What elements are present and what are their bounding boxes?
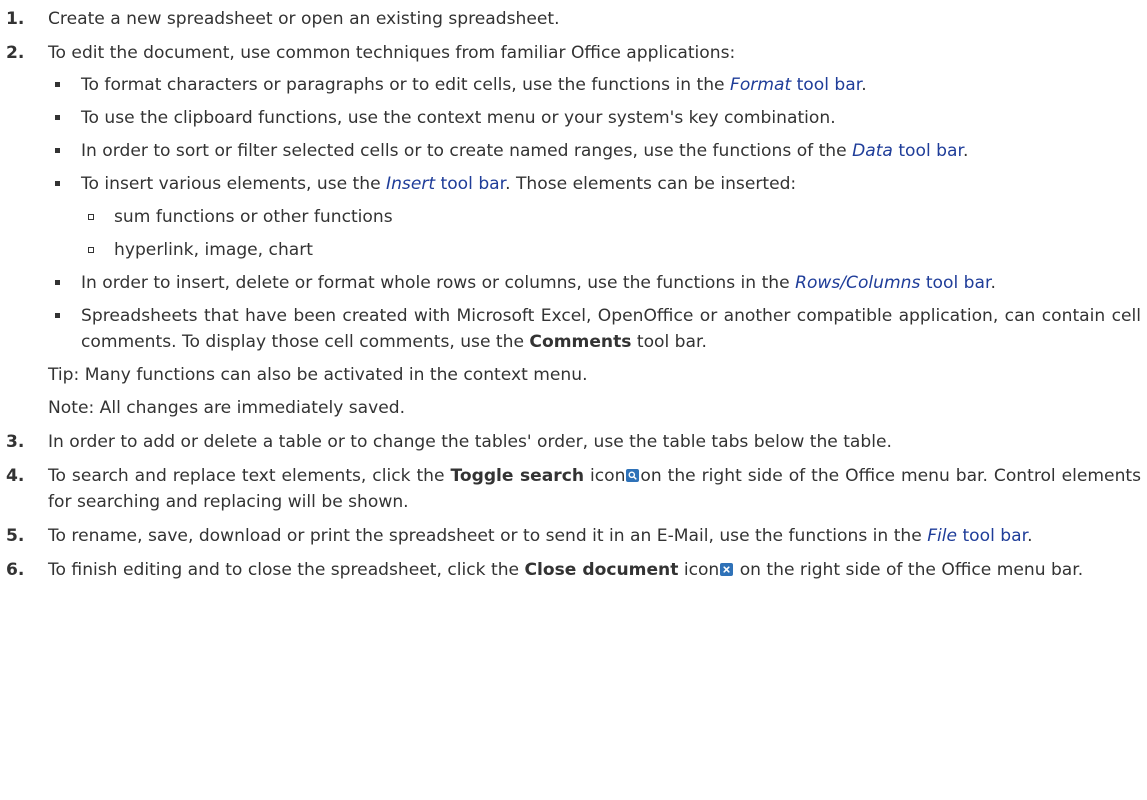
format-toolbar-link[interactable]: Format tool bar bbox=[730, 75, 861, 95]
comments-term: Comments bbox=[529, 332, 632, 352]
bullet-marker bbox=[55, 280, 60, 285]
step-text: icon bbox=[584, 466, 626, 486]
search-icon bbox=[626, 469, 640, 482]
bullet-text: . Those elements can be inserted: bbox=[505, 174, 797, 194]
rows-columns-toolbar-link[interactable]: Rows/Columns tool bar bbox=[795, 273, 990, 293]
step-5: 5. To rename, save, download or print th… bbox=[0, 523, 1147, 549]
bullet-marker bbox=[55, 181, 60, 186]
link-text: tool bar bbox=[435, 174, 506, 194]
step-text: To finish editing and to close the sprea… bbox=[48, 560, 525, 580]
sub-bullet-marker bbox=[88, 247, 94, 253]
step-text: . bbox=[1027, 526, 1033, 546]
bullet-marker bbox=[55, 148, 60, 153]
link-emphasis: Insert bbox=[386, 174, 436, 194]
close-document-term: Close document bbox=[524, 560, 679, 580]
list-item: In order to sort or filter selected cell… bbox=[48, 138, 1141, 164]
step-number: 3. bbox=[6, 432, 25, 452]
step-text: icon bbox=[678, 560, 720, 580]
link-text: tool bar bbox=[957, 526, 1028, 546]
data-toolbar-link[interactable]: Data tool bar bbox=[852, 141, 963, 161]
list-item: Spreadsheets that have been created with… bbox=[48, 303, 1141, 355]
sub-bullet-text: hyperlink, image, chart bbox=[114, 240, 313, 260]
step-text: on the right side of the Office menu bar… bbox=[734, 560, 1084, 580]
link-text: tool bar bbox=[791, 75, 862, 95]
link-text: tool bar bbox=[920, 273, 991, 293]
link-emphasis: File bbox=[927, 526, 958, 546]
step-2: 2. To edit the document, use common tech… bbox=[0, 40, 1147, 421]
bullet-text: In order to sort or filter selected cell… bbox=[81, 141, 853, 161]
sub-bullet-marker bbox=[88, 214, 94, 220]
link-emphasis: Format bbox=[730, 75, 792, 95]
sub-list-item: sum functions or other functions bbox=[81, 204, 1141, 230]
close-icon bbox=[720, 563, 734, 576]
file-toolbar-link[interactable]: File tool bar bbox=[927, 526, 1027, 546]
link-text: tool bar bbox=[892, 141, 963, 161]
toggle-search-term: Toggle search bbox=[450, 466, 585, 486]
bullet-text: tool bar. bbox=[631, 332, 707, 352]
link-emphasis: Data bbox=[852, 141, 893, 161]
list-item: To use the clipboard functions, use the … bbox=[48, 105, 1141, 131]
bullet-list: To format characters or paragraphs or to… bbox=[48, 72, 1141, 355]
bullet-text: In order to insert, delete or format who… bbox=[81, 273, 796, 293]
step-text: To edit the document, use common techniq… bbox=[48, 43, 736, 63]
step-number: 2. bbox=[6, 43, 25, 63]
bullet-text: . bbox=[990, 273, 996, 293]
step-number: 4. bbox=[6, 466, 25, 486]
step-3: 3. In order to add or delete a table or … bbox=[0, 429, 1147, 455]
bullet-text: To insert various elements, use the bbox=[81, 174, 387, 194]
step-6: 6. To finish editing and to close the sp… bbox=[0, 557, 1147, 583]
link-emphasis: Rows/Columns bbox=[795, 273, 921, 293]
notes: Tip: Many functions can also be activate… bbox=[48, 362, 1141, 421]
bullet-text: To format characters or paragraphs or to… bbox=[81, 75, 731, 95]
step-text: Create a new spreadsheet or open an exis… bbox=[48, 9, 560, 29]
step-number: 5. bbox=[6, 526, 25, 546]
list-item: To insert various elements, use the Inse… bbox=[48, 171, 1141, 263]
bullet-marker bbox=[55, 115, 60, 120]
step-1: 1. Create a new spreadsheet or open an e… bbox=[0, 6, 1147, 32]
bullet-text: . bbox=[861, 75, 867, 95]
step-number: 6. bbox=[6, 560, 25, 580]
note-text: Note: All changes are immediately saved. bbox=[48, 398, 406, 418]
sub-bullet-list: sum functions or other functions hyperli… bbox=[81, 204, 1141, 263]
step-text: To rename, save, download or print the s… bbox=[48, 526, 928, 546]
step-number: 1. bbox=[6, 9, 25, 29]
bullet-marker bbox=[55, 313, 60, 318]
instructions-list: 1. Create a new spreadsheet or open an e… bbox=[0, 0, 1147, 583]
bullet-text: To use the clipboard functions, use the … bbox=[81, 108, 836, 128]
tip-text: Tip: Many functions can also be activate… bbox=[48, 365, 588, 385]
step-text: To search and replace text elements, cli… bbox=[48, 466, 451, 486]
sub-bullet-text: sum functions or other functions bbox=[114, 207, 393, 227]
list-item: To format characters or paragraphs or to… bbox=[48, 72, 1141, 98]
list-item: In order to insert, delete or format who… bbox=[48, 270, 1141, 296]
step-4: 4. To search and replace text elements, … bbox=[0, 463, 1147, 515]
bullet-marker bbox=[55, 82, 60, 87]
step-text: In order to add or delete a table or to … bbox=[48, 432, 892, 452]
sub-list-item: hyperlink, image, chart bbox=[81, 237, 1141, 263]
bullet-text: . bbox=[962, 141, 969, 161]
insert-toolbar-link[interactable]: Insert tool bar bbox=[386, 174, 505, 194]
